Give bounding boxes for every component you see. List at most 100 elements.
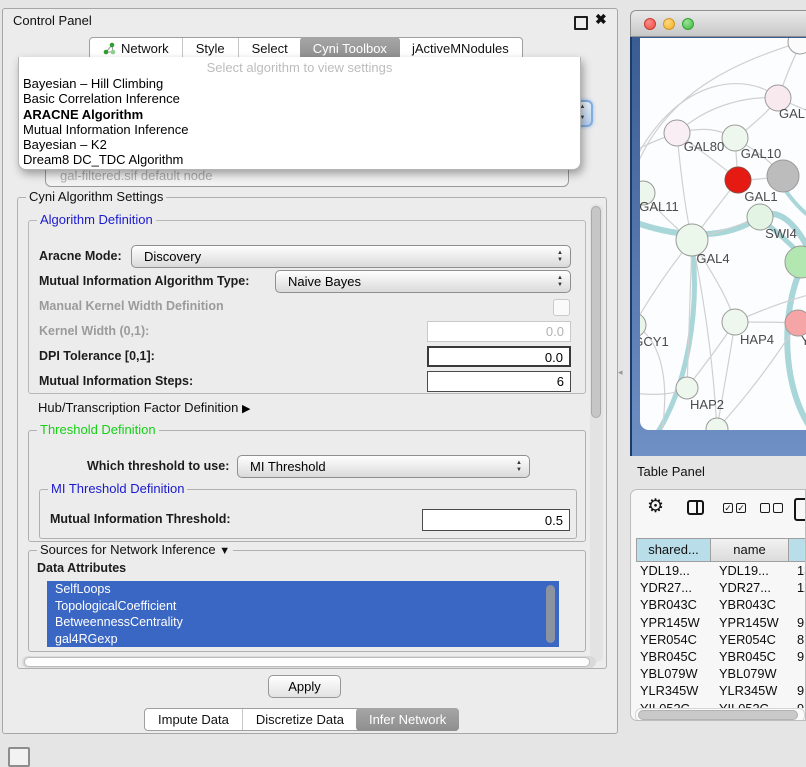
table-cell[interactable]: 9. bbox=[789, 614, 806, 631]
select-all-checkboxes-icon[interactable]: ✓ ✓ bbox=[723, 503, 746, 513]
table-cell[interactable]: YDL19... bbox=[711, 562, 789, 579]
deselect-all-checkboxes-icon[interactable] bbox=[760, 503, 783, 513]
table-cell[interactable]: YIL052C bbox=[711, 700, 789, 708]
aracne-mode-combobox[interactable]: Discovery ▲▼ bbox=[131, 245, 571, 268]
tab-network[interactable]: Network bbox=[90, 38, 182, 59]
sources-title[interactable]: Sources for Network Inference ▼ bbox=[37, 542, 233, 557]
gear-icon[interactable]: ⚙ bbox=[647, 495, 664, 518]
minimize-traffic-light-icon[interactable] bbox=[663, 18, 675, 30]
zoom-traffic-light-icon[interactable] bbox=[682, 18, 694, 30]
table-cell[interactable]: 8. bbox=[789, 631, 806, 648]
table-row[interactable]: YBL079WYBL079W bbox=[636, 665, 806, 682]
table-cell[interactable]: YPR145W bbox=[711, 614, 789, 631]
table-cell[interactable] bbox=[789, 665, 806, 682]
table-cell[interactable]: 9. bbox=[789, 648, 806, 665]
attribute-list-item[interactable]: TopologicalCoefficient bbox=[47, 598, 559, 615]
network-canvas[interactable]: GAL7GAL80GAL10GAL1GAL11SWI4GAL4GCY1HAP4Y… bbox=[640, 38, 806, 430]
splitter-arrow-icon[interactable]: ◂ bbox=[618, 367, 623, 378]
bottom-tab-discretize-data[interactable]: Discretize Data bbox=[242, 709, 357, 730]
settings-vscrollbar-thumb[interactable] bbox=[591, 206, 601, 418]
attribute-list-item[interactable]: BetweennessCentrality bbox=[47, 614, 559, 631]
hub-definition-toggle[interactable]: Hub/Transcription Factor Definition ▶ bbox=[38, 400, 250, 415]
manual-kernel-checkbox[interactable] bbox=[553, 299, 570, 316]
table-cell[interactable]: 9. bbox=[789, 682, 806, 699]
dropdown-item[interactable]: Basic Correlation Inference bbox=[19, 91, 580, 106]
table-cell[interactable]: YBL079W bbox=[636, 665, 711, 682]
table-cell[interactable]: YDL19... bbox=[636, 562, 711, 579]
unchecked-box-icon bbox=[773, 503, 783, 513]
tab-select[interactable]: Select bbox=[238, 38, 301, 59]
dropdown-item[interactable]: Mutual Information Inference bbox=[19, 122, 580, 137]
table-cell[interactable]: YBR045C bbox=[711, 648, 789, 665]
tab-jactivemnodules[interactable]: jActiveMNodules bbox=[399, 38, 522, 59]
table-row[interactable]: YLR345WYLR345W9. bbox=[636, 682, 806, 699]
settings-horizontal-scrollbar[interactable] bbox=[22, 656, 596, 668]
dropdown-item[interactable]: Dream8 DC_TDC Algorithm bbox=[19, 152, 580, 167]
table-cell[interactable]: YDR27... bbox=[711, 579, 789, 596]
table-row[interactable]: YDR27...YDR27...12 bbox=[636, 579, 806, 596]
table-row[interactable]: YBR043CYBR043C bbox=[636, 596, 806, 613]
network-node-hap2[interactable] bbox=[676, 377, 698, 399]
table-row[interactable]: YIL052CYIL052C9. bbox=[636, 700, 806, 708]
dpi-tolerance-field[interactable]: 0.0 bbox=[427, 346, 571, 367]
table-horizontal-scrollbar[interactable] bbox=[635, 708, 805, 721]
mi-algorithm-type-combobox[interactable]: Naive Bayes ▲▼ bbox=[275, 270, 571, 293]
table-cell[interactable]: 9. bbox=[789, 700, 806, 708]
table-cell[interactable]: YBR045C bbox=[636, 648, 711, 665]
table-hscrollbar-thumb[interactable] bbox=[638, 710, 798, 720]
attribute-list-item[interactable]: gal4RGexp bbox=[47, 631, 559, 648]
network-edge[interactable] bbox=[717, 322, 735, 429]
column-header[interactable]: shared... bbox=[636, 538, 711, 562]
table-cell[interactable]: YER054C bbox=[636, 631, 711, 648]
table-cell[interactable] bbox=[789, 596, 806, 613]
table-cell[interactable]: YDR27... bbox=[636, 579, 711, 596]
network-graph[interactable]: GAL7GAL80GAL10GAL1GAL11SWI4GAL4GCY1HAP4Y… bbox=[640, 38, 806, 430]
kernel-width-field[interactable]: 0.0 bbox=[427, 321, 571, 342]
table-cell[interactable]: YLR345W bbox=[636, 682, 711, 699]
table-cell[interactable]: YBR043C bbox=[636, 596, 711, 613]
network-window-titlebar[interactable] bbox=[630, 10, 806, 37]
settings-vertical-scrollbar[interactable] bbox=[590, 204, 603, 662]
table-cell[interactable]: YBL079W bbox=[711, 665, 789, 682]
close-traffic-light-icon[interactable] bbox=[644, 18, 656, 30]
table-cell[interactable]: 13 bbox=[789, 562, 806, 579]
dropdown-item[interactable]: ARACNE Algorithm bbox=[19, 107, 580, 122]
table-row[interactable]: YDL19...YDL19...13 bbox=[636, 562, 806, 579]
attributes-scrollbar-thumb[interactable] bbox=[546, 585, 555, 643]
table-row[interactable]: YBR045CYBR045C9. bbox=[636, 648, 806, 665]
dropdown-item[interactable]: Bayesian – Hill Climbing bbox=[19, 76, 580, 91]
mi-threshold-field[interactable]: 0.5 bbox=[422, 509, 570, 531]
network-node[interactable] bbox=[767, 160, 799, 192]
network-edge-thick[interactable] bbox=[785, 190, 806, 222]
table-cell[interactable]: YLR345W bbox=[711, 682, 789, 699]
column-header[interactable] bbox=[789, 538, 806, 562]
float-window-icon[interactable] bbox=[574, 16, 588, 30]
table-row[interactable]: YER054CYER054C8. bbox=[636, 631, 806, 648]
column-header[interactable]: name bbox=[711, 538, 789, 562]
network-node[interactable] bbox=[785, 246, 806, 278]
which-threshold-combobox[interactable]: MI Threshold ▲▼ bbox=[237, 455, 530, 478]
node-label-hap4: HAP4 bbox=[740, 332, 774, 347]
close-icon[interactable]: ✖ bbox=[595, 11, 607, 28]
mi-steps-field[interactable]: 6 bbox=[427, 371, 571, 392]
table-cell[interactable]: YIL052C bbox=[636, 700, 711, 708]
export-table-icon[interactable] bbox=[794, 498, 806, 521]
network-edge-thick[interactable] bbox=[787, 266, 806, 430]
table-row[interactable]: YPR145WYPR145W9. bbox=[636, 614, 806, 631]
restore-panel-button[interactable] bbox=[8, 747, 30, 767]
tab-style[interactable]: Style bbox=[182, 38, 238, 59]
dropdown-item[interactable]: Bayesian – K2 bbox=[19, 137, 580, 152]
network-node[interactable] bbox=[788, 38, 806, 54]
table-cell[interactable]: 12 bbox=[789, 579, 806, 596]
network-icon bbox=[103, 42, 116, 55]
table-cell[interactable]: YBR043C bbox=[711, 596, 789, 613]
bottom-tab-infer-network[interactable]: Infer Network bbox=[356, 708, 459, 731]
attribute-list-item[interactable]: SelfLoops bbox=[47, 581, 559, 598]
bottom-tab-impute-data[interactable]: Impute Data bbox=[145, 709, 242, 730]
table-cell[interactable]: YER054C bbox=[711, 631, 789, 648]
data-attributes-list[interactable]: SelfLoopsTopologicalCoefficientBetweenne… bbox=[47, 581, 559, 647]
table-cell[interactable]: YPR145W bbox=[636, 614, 711, 631]
apply-button[interactable]: Apply bbox=[268, 675, 341, 698]
column-layout-icon[interactable] bbox=[687, 500, 704, 515]
settings-hscrollbar-thumb[interactable] bbox=[24, 657, 590, 667]
